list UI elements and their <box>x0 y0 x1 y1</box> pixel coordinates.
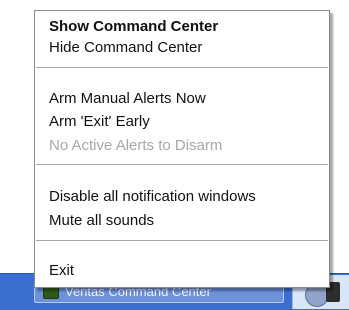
menu-separator <box>36 67 328 69</box>
menu-separator <box>36 164 328 166</box>
menu-item-arm-exit-early[interactable]: Arm 'Exit' Early <box>49 112 150 132</box>
tray-context-menu: Show Command Center Hide Command Center … <box>34 10 330 288</box>
menu-item-no-active-alerts: No Active Alerts to Disarm <box>49 137 223 154</box>
menu-separator <box>36 240 328 242</box>
menu-item-hide-command-center[interactable]: Hide Command Center <box>49 38 202 58</box>
menu-item-arm-manual-alerts[interactable]: Arm Manual Alerts Now <box>49 89 206 109</box>
menu-item-mute-sounds[interactable]: Mute all sounds <box>49 211 154 231</box>
menu-item-disable-notifications[interactable]: Disable all notification windows <box>49 187 256 207</box>
menu-item-exit[interactable]: Exit <box>49 261 74 281</box>
menu-item-show-command-center[interactable]: Show Command Center <box>49 17 218 37</box>
